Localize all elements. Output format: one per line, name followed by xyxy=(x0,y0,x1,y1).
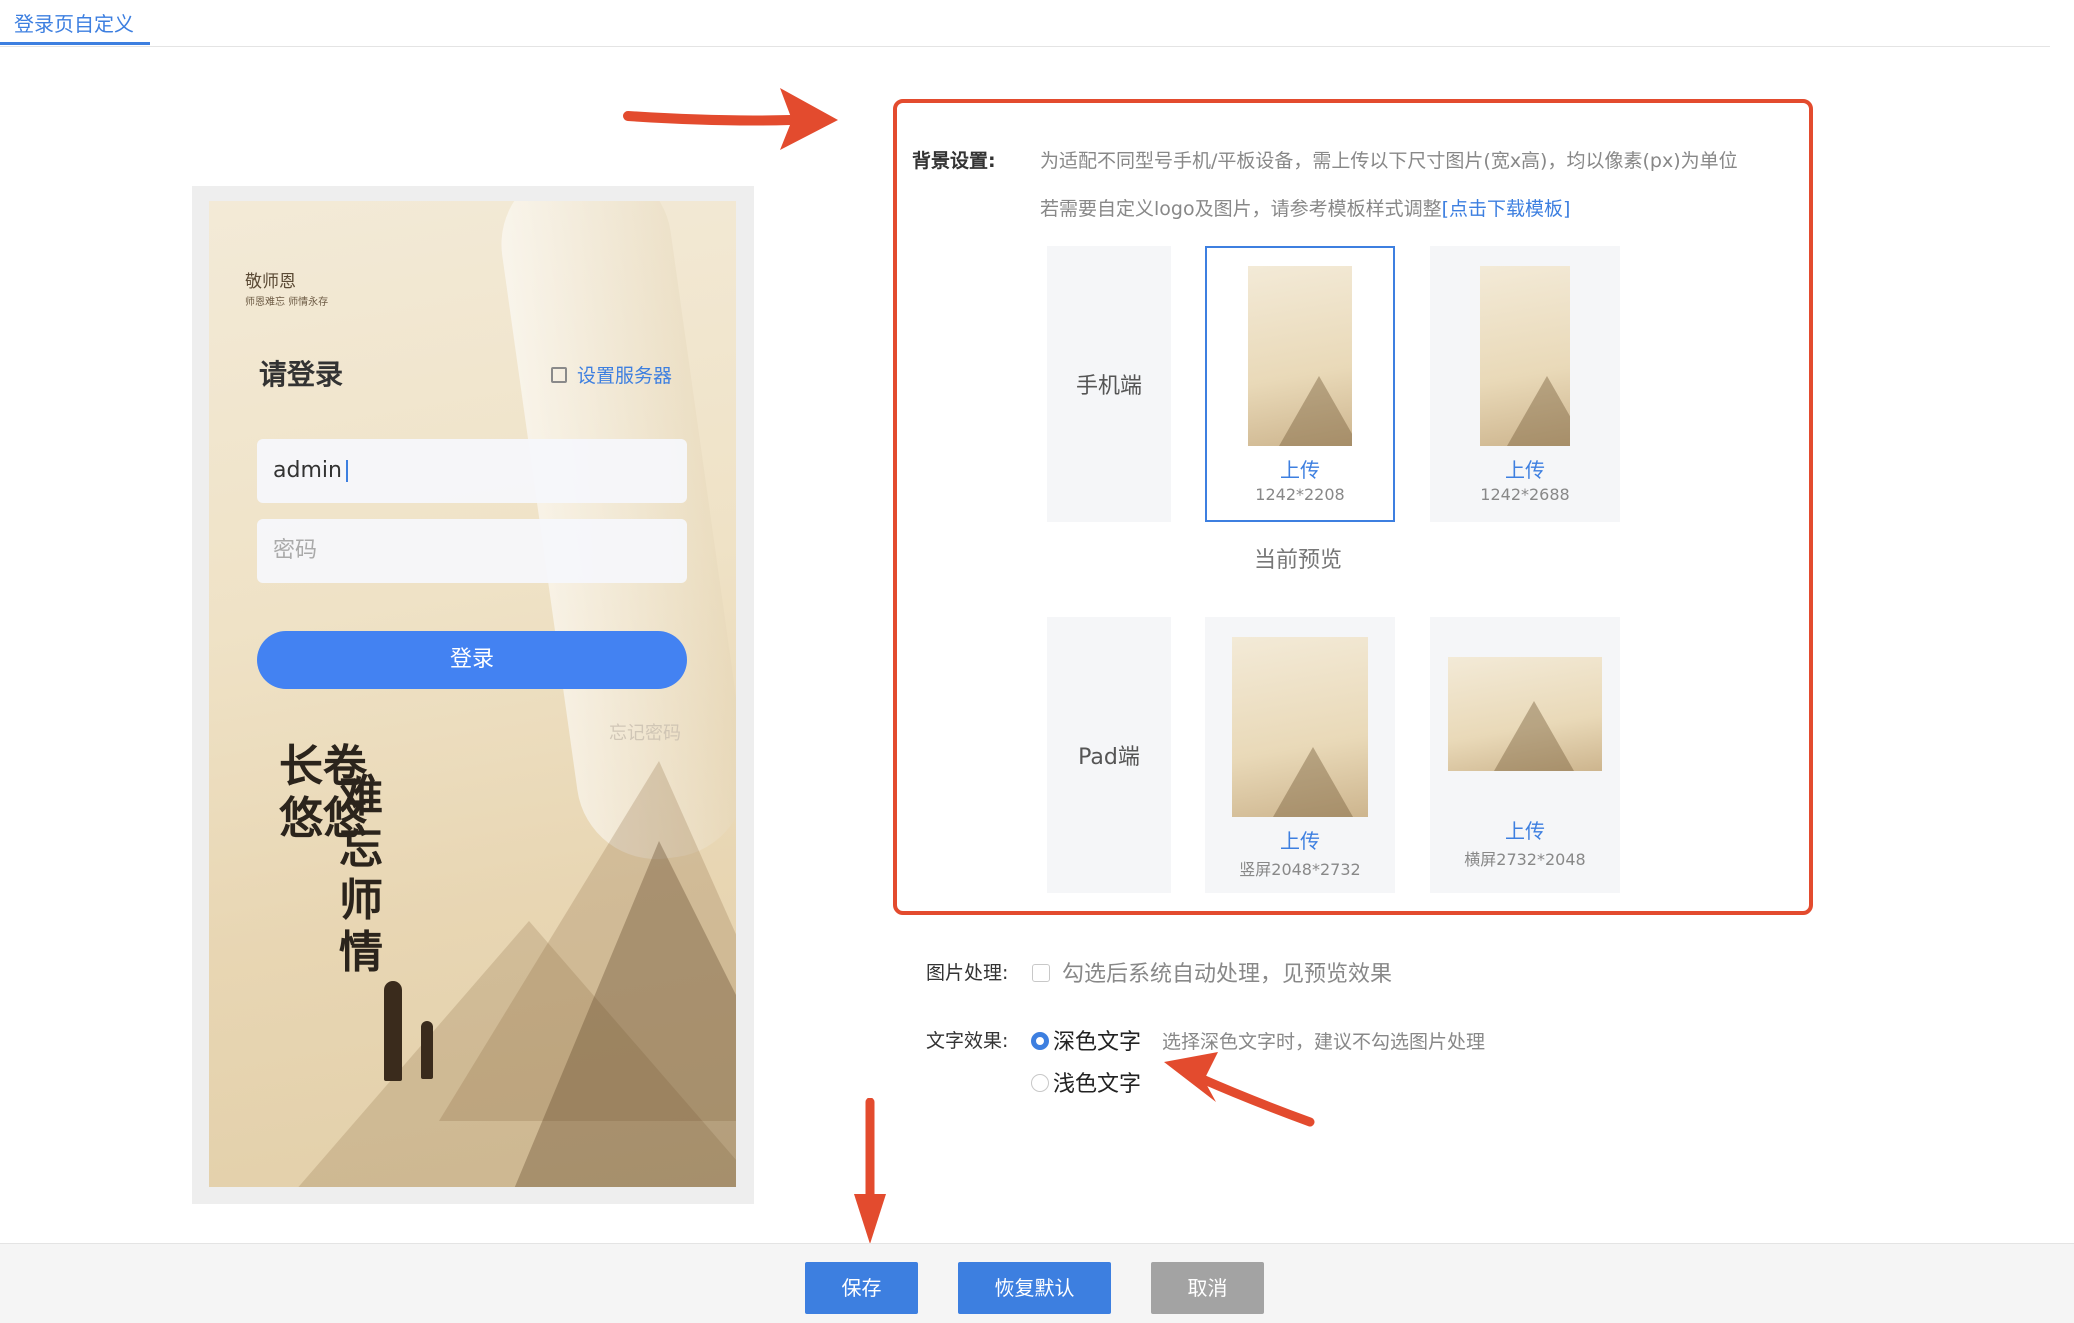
save-button[interactable]: 保存 xyxy=(805,1262,918,1314)
phone-upload-card-1242x2688[interactable]: 上传 1242*2688 xyxy=(1430,246,1620,522)
calligraphy-right: 难忘师情 xyxy=(339,771,383,978)
upload-button[interactable]: 上传 xyxy=(1207,454,1393,483)
scan-icon xyxy=(551,366,567,383)
background-settings-label: 背景设置: xyxy=(912,150,996,172)
light-text-option[interactable]: 浅色文字 xyxy=(1053,1066,1141,1098)
image-processing-checkbox[interactable] xyxy=(1032,964,1050,982)
login-button[interactable]: 登录 xyxy=(257,631,687,689)
brand-slogan: 师恩难忘 师情永存 xyxy=(245,297,329,308)
image-size: 1242*2208 xyxy=(1255,485,1345,504)
cancel-button[interactable]: 取消 xyxy=(1151,1262,1264,1314)
dark-text-option[interactable]: 深色文字 xyxy=(1053,1024,1141,1056)
phone-thumbnail xyxy=(1480,266,1570,446)
upload-button[interactable]: 上传 xyxy=(1205,825,1395,854)
password-input[interactable]: 密码 xyxy=(257,519,687,583)
username-value: admin xyxy=(273,458,342,483)
upload-button[interactable]: 上传 xyxy=(1430,815,1620,844)
phone-row-label-text: 手机端 xyxy=(1075,374,1142,399)
image-processing-label: 图片处理: xyxy=(926,962,1009,984)
forgot-password-link[interactable]: 忘记密码 xyxy=(609,719,681,745)
image-processing-text: 勾选后系统自动处理，见预览效果 xyxy=(1062,962,1393,987)
upload-button[interactable]: 上传 xyxy=(1430,454,1620,483)
annotation-arrow-down xyxy=(854,1098,886,1244)
annotation-arrow-right xyxy=(623,88,838,150)
phone-preview-screen: 敬师恩 师恩难忘 师情永存 请登录 设置服务器 admin 密码 登录 忘记密码… xyxy=(209,201,736,1187)
pad-row-label-text: Pad端 xyxy=(1078,745,1140,770)
set-server-label: 设置服务器 xyxy=(577,365,673,387)
set-server-link[interactable]: 设置服务器 xyxy=(551,361,672,388)
tab-login-page-customize[interactable]: 登录页自定义 xyxy=(14,8,134,37)
image-size: 横屏2732*2048 xyxy=(1464,850,1586,869)
annotation-arrow-left xyxy=(1164,1052,1315,1127)
phone-row-label: 手机端 xyxy=(1047,246,1171,522)
text-effect-label: 文字效果: xyxy=(926,1030,1009,1052)
template-hint: 若需要自定义logo及图片，请参考模板样式调整[点击下载模板] xyxy=(1040,194,1570,221)
brand-logo-text: 敬师恩 xyxy=(245,272,296,292)
image-size: 1242*2688 xyxy=(1480,485,1570,504)
current-preview-label: 当前预览 xyxy=(1254,548,1343,573)
phone-upload-card-1242x2208[interactable]: 上传 1242*2208 xyxy=(1205,246,1395,522)
restore-default-button[interactable]: 恢复默认 xyxy=(958,1262,1111,1314)
active-tab-indicator xyxy=(0,42,150,45)
username-input[interactable]: admin xyxy=(257,439,687,503)
pad-upload-card-landscape[interactable]: 上传 横屏2732*2048 xyxy=(1430,617,1620,893)
phone-thumbnail xyxy=(1248,266,1352,446)
pad-row-label: Pad端 xyxy=(1047,617,1171,893)
image-size: 竖屏2048*2732 xyxy=(1239,860,1361,879)
tab-divider xyxy=(0,46,2050,47)
pad-upload-card-portrait[interactable]: 上传 竖屏2048*2732 xyxy=(1205,617,1395,893)
pad-thumbnail xyxy=(1448,657,1602,771)
mountain-decoration xyxy=(509,841,736,1187)
template-hint-text: 若需要自定义logo及图片，请参考模板样式调整 xyxy=(1040,198,1442,220)
password-placeholder: 密码 xyxy=(273,538,318,563)
dark-text-radio[interactable] xyxy=(1031,1032,1049,1050)
teacher-silhouette xyxy=(384,981,402,1081)
light-text-radio[interactable] xyxy=(1031,1074,1049,1092)
text-caret xyxy=(345,460,348,482)
background-description: 为适配不同型号手机/平板设备，需上传以下尺寸图片(宽x高)，均以像素(px)为单… xyxy=(1040,150,1738,172)
pad-thumbnail xyxy=(1232,637,1368,817)
download-template-link[interactable]: [点击下载模板] xyxy=(1442,198,1571,220)
child-silhouette xyxy=(421,1021,433,1079)
login-title: 请登录 xyxy=(259,358,344,391)
